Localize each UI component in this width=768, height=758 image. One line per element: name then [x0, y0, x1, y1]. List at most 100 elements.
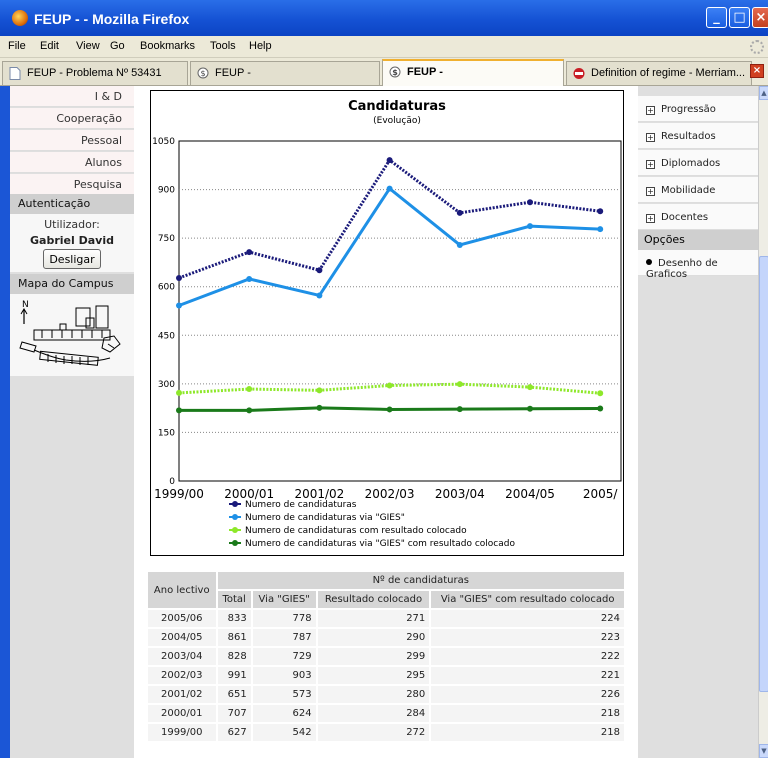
cell-total: 861 [217, 629, 251, 646]
legend-label: Numero de candidaturas [245, 500, 357, 510]
x-tick-label: 1999/00 [154, 487, 204, 501]
cell-gies: 542 [252, 724, 316, 741]
candidaturas-table: Ano lectivo Nº de candidaturas Total Via… [146, 570, 626, 743]
sidebar-item-mobilidade[interactable]: + Mobilidade [638, 177, 758, 203]
sidebar-item-label: Docentes [661, 212, 709, 223]
cell-resultado: 295 [317, 667, 430, 684]
data-point [246, 386, 253, 393]
menu-help[interactable]: Help [249, 40, 272, 52]
cell-resultado: 271 [317, 610, 430, 627]
cell-year: 2003/04 [148, 648, 216, 665]
tab-problema[interactable]: FEUP - Problema Nº 53431 [2, 61, 188, 85]
sidebar-item-pessoal[interactable]: Pessoal [10, 130, 134, 151]
data-point [597, 226, 604, 233]
campus-map-panel[interactable]: N [10, 294, 134, 376]
cell-total: 627 [217, 724, 251, 741]
expand-icon: + [646, 106, 655, 115]
page-icon [9, 67, 21, 80]
close-tab-button[interactable]: × [750, 64, 764, 78]
menu-edit[interactable]: Edit [40, 40, 59, 52]
menu-bookmarks[interactable]: Bookmarks [140, 40, 195, 52]
scroll-thumb[interactable] [759, 256, 768, 692]
chart-legend: Numero de candidaturas Numero de candidat… [229, 500, 515, 549]
title-bar: FEUP - - Mozilla Firefox _ □ × [0, 0, 768, 36]
tab-merriam[interactable]: Definition of regime - Merriam... [566, 61, 752, 85]
data-point [176, 274, 182, 281]
close-window-button[interactable]: × [752, 7, 768, 28]
scroll-down-icon[interactable]: ▼ [759, 744, 768, 758]
col-total-header: Total [217, 591, 251, 608]
cell-total: 991 [217, 667, 251, 684]
cell-total: 833 [217, 610, 251, 627]
legend-marker [232, 514, 238, 520]
y-tick-label: 450 [158, 331, 175, 341]
cell-year: 2004/05 [148, 629, 216, 646]
legend-label: Numero de candidaturas via "GIES" com re… [245, 539, 515, 549]
x-tick-label: 2001/02 [294, 487, 344, 501]
cell-resultado: 284 [317, 705, 430, 722]
maximize-button[interactable]: □ [729, 7, 750, 28]
cell-gies: 573 [252, 686, 316, 703]
menu-file[interactable]: File [8, 40, 26, 52]
table-row: 2004/05 861 787 290 223 [148, 629, 624, 646]
campus-map-icon [19, 305, 121, 366]
bullet-icon [646, 259, 652, 265]
data-point [316, 292, 323, 299]
data-point [386, 185, 393, 192]
data-point [597, 405, 604, 412]
scroll-up-icon[interactable]: ▲ [759, 86, 768, 100]
cell-gies-resultado: 221 [431, 667, 624, 684]
sidebar-item-progressao[interactable]: + Progressão [638, 96, 758, 122]
tab-feup-1[interactable]: $ FEUP - [190, 61, 380, 85]
x-tick-label: 2005/ [583, 487, 619, 501]
plot-frame [178, 140, 622, 482]
sidebar-item-id[interactable]: I & D [10, 86, 134, 107]
sidebar-item-desenho-graficos[interactable]: Desenho de Graficos [638, 250, 758, 280]
data-point [527, 384, 533, 391]
sidebar-item-docentes[interactable]: + Docentes [638, 204, 758, 230]
series-line [178, 157, 601, 280]
menu-go[interactable]: Go [110, 40, 125, 52]
tab-feup-active[interactable]: $ FEUP - [382, 59, 564, 86]
sidebar-item-label: Mobilidade [661, 185, 716, 196]
cell-year: 2001/02 [148, 686, 216, 703]
data-point [246, 407, 253, 414]
data-point [246, 249, 253, 256]
sidebar-item-cooperacao[interactable]: Cooperação [10, 108, 134, 129]
cell-resultado: 290 [317, 629, 430, 646]
data-point [456, 209, 463, 216]
sidebar-item-alunos[interactable]: Alunos [10, 152, 134, 173]
minimize-icon: _ [713, 10, 720, 25]
chart-title: Candidaturas [348, 99, 446, 114]
data-point [456, 381, 463, 388]
table-row: 2003/04 828 729 299 222 [148, 648, 624, 665]
y-tick-label: 150 [158, 428, 175, 438]
cell-year: 2000/01 [148, 705, 216, 722]
sidebar-item-pesquisa[interactable]: Pesquisa [10, 174, 134, 195]
cell-gies-resultado: 222 [431, 648, 624, 665]
sidebar-item-diplomados[interactable]: + Diplomados [638, 150, 758, 176]
menu-tools[interactable]: Tools [210, 40, 236, 52]
x-tick-label: 2003/04 [435, 487, 485, 501]
cell-gies-resultado: 218 [431, 724, 624, 741]
user-name: Gabriel David [30, 234, 114, 247]
legend-label: Numero de candidaturas com resultado col… [245, 526, 467, 536]
vertical-scrollbar[interactable]: ▲ ▼ [758, 86, 768, 758]
cell-total: 707 [217, 705, 251, 722]
expand-icon: + [646, 160, 655, 169]
logout-button[interactable]: Desligar [43, 249, 101, 269]
cell-gies: 729 [252, 648, 316, 665]
expand-icon: + [646, 187, 655, 196]
legend-label: Numero de candidaturas via "GIES" [245, 513, 405, 523]
cell-gies: 903 [252, 667, 316, 684]
menu-view[interactable]: View [76, 40, 100, 52]
col-year-header: Ano lectivo [148, 572, 216, 608]
minimize-button[interactable]: _ [706, 7, 727, 28]
cell-total: 651 [217, 686, 251, 703]
y-tick-label: 600 [158, 283, 175, 293]
cell-gies-resultado: 218 [431, 705, 624, 722]
data-point [527, 405, 533, 412]
sidebar-item-resultados[interactable]: + Resultados [638, 123, 758, 149]
col-gies-resultado-header: Via "GIES" com resultado colocado [431, 591, 624, 608]
sidebar-item-label: Resultados [661, 131, 716, 142]
